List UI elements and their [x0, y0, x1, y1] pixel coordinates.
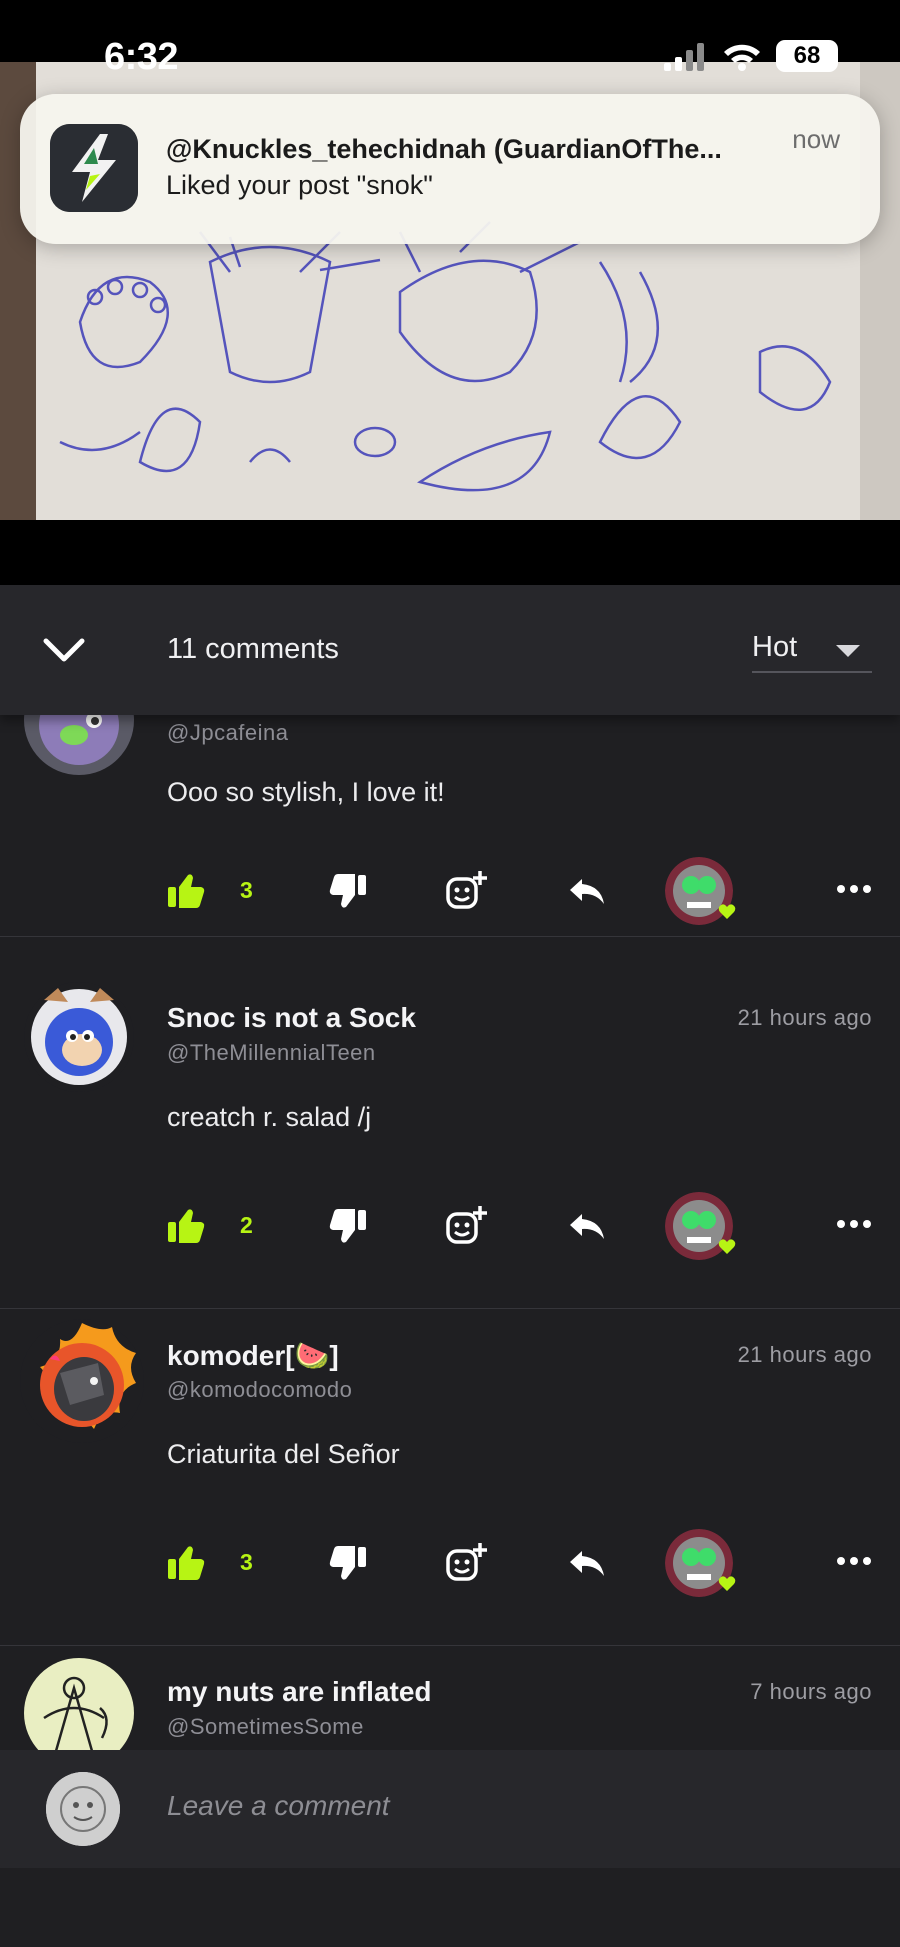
comment-actions: 2 [0, 1190, 900, 1270]
notification-time: now [792, 124, 840, 154]
comment-handle[interactable]: @Jpcafeina [167, 720, 289, 746]
thumbs-down-icon[interactable] [326, 1204, 370, 1248]
heart-icon [718, 1576, 736, 1591]
reply-icon[interactable] [566, 869, 610, 913]
status-icons: 68 [664, 40, 838, 72]
comment-handle[interactable]: @SometimesSome [167, 1714, 364, 1740]
heart-icon [718, 904, 736, 919]
thumbs-down-icon[interactable] [326, 1541, 370, 1585]
sort-label: Hot [752, 631, 798, 663]
comment-count: 11 comments [167, 633, 339, 665]
avatar[interactable] [24, 715, 134, 775]
comment-author[interactable]: komoder[🍉] [167, 1339, 339, 1372]
avatar[interactable] [24, 982, 134, 1092]
status-time: 6:32 [104, 36, 179, 78]
reply-icon[interactable] [566, 1541, 610, 1585]
comment-composer [0, 1750, 900, 1868]
avatar[interactable] [24, 1658, 134, 1750]
notification-body: Liked your post "snok" [166, 170, 433, 200]
caret-down-icon [836, 645, 860, 657]
comment-input[interactable] [167, 1790, 847, 1822]
comment-handle[interactable]: @komodocomodo [167, 1377, 352, 1403]
wifi-icon [724, 44, 760, 71]
add-emoji-icon[interactable] [444, 869, 488, 913]
thumbs-up-icon[interactable] [164, 1541, 208, 1585]
notification-banner[interactable]: @Knuckles_tehechidnah (GuardianOfThe... … [20, 94, 880, 244]
reply-icon[interactable] [566, 1204, 610, 1248]
comment-item: Snoc is not a Sock @TheMillennialTeen 21… [0, 972, 900, 1309]
thumbs-up-icon[interactable] [164, 869, 208, 913]
comment-time: 21 hours ago [737, 1342, 872, 1367]
chevron-down-icon[interactable] [38, 625, 90, 677]
add-emoji-icon[interactable] [444, 1541, 488, 1585]
heart-icon [718, 1239, 736, 1254]
comment-time: 7 hours ago [750, 1679, 872, 1704]
comment-author[interactable]: my nuts are inflated [167, 1676, 432, 1708]
comment-list[interactable]: @Jpcafeina Ooo so stylish, I love it! 3 [0, 715, 900, 1750]
comments-header: 11 comments Hot [0, 585, 900, 715]
like-count: 3 [240, 877, 253, 903]
battery-indicator: 68 [776, 40, 838, 72]
avatar[interactable] [20, 1319, 144, 1443]
comment-item: my nuts are inflated @SometimesSome 7 ho… [0, 1646, 900, 1750]
comment-author[interactable]: Snoc is not a Sock [167, 1002, 416, 1034]
sort-dropdown[interactable]: Hot [752, 623, 872, 673]
thumbs-down-icon[interactable] [326, 869, 370, 913]
notification-title: @Knuckles_tehechidnah (GuardianOfThe... [166, 134, 722, 164]
more-dots-icon[interactable] [836, 877, 872, 901]
comment-handle[interactable]: @TheMillennialTeen [167, 1040, 376, 1066]
add-emoji-icon[interactable] [444, 1204, 488, 1248]
comment-actions: 3 [0, 1527, 900, 1607]
post-media[interactable]: 6:32 68 @Knuckles_tehechidnah (GuardianO… [0, 0, 900, 585]
comment-text: Criaturita del Señor [167, 1439, 400, 1469]
thumbs-up-icon[interactable] [164, 1204, 208, 1248]
comment-item: @Jpcafeina Ooo so stylish, I love it! 3 [0, 715, 900, 937]
comment-actions: 3 [0, 855, 900, 935]
like-count: 2 [240, 1212, 253, 1238]
comment-text: creatch r. salad /j [167, 1102, 372, 1132]
more-dots-icon[interactable] [836, 1549, 872, 1573]
like-count: 3 [240, 1549, 253, 1575]
comment-text: Ooo so stylish, I love it! [167, 777, 445, 807]
current-user-avatar [46, 1772, 120, 1846]
comment-time: 21 hours ago [737, 1005, 872, 1030]
more-dots-icon[interactable] [836, 1212, 872, 1236]
signal-icon [664, 43, 704, 71]
comment-item: komoder[🍉] @komodocomodo 21 hours ago Cr… [0, 1309, 900, 1646]
bottom-safe-area [0, 1868, 900, 1947]
app-lightning-icon [50, 124, 138, 212]
